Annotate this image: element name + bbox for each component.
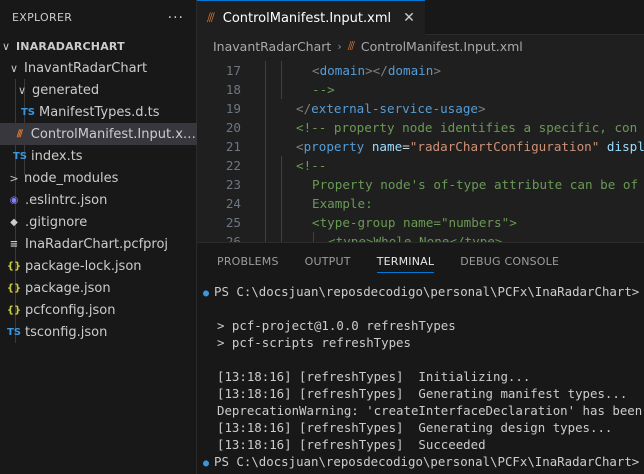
- tab-label: ControlManifest.Input.xml: [222, 10, 392, 26]
- editor-area: ⫻ ControlManifest.Input.xml ✕ InavantRad…: [197, 0, 644, 474]
- code-line: 19 </external-service-usage>: [197, 99, 644, 118]
- explorer-title: EXPLORER: [12, 11, 73, 24]
- eslint-icon: ◉: [9, 194, 19, 206]
- tree-item-label: InavantRadarChart: [24, 60, 148, 76]
- tree-file-index[interactable]: TS index.ts: [0, 145, 197, 167]
- terminal-line: > pcf-project@1.0.0 refreshTypes: [217, 318, 456, 333]
- tab-debug-console[interactable]: DEBUG CONSOLE: [460, 243, 559, 279]
- tree-file-package-lock[interactable]: {} package-lock.json: [0, 255, 197, 277]
- terminal-line: [13:18:16] [refreshTypes] Generating man…: [217, 386, 628, 401]
- json-file-icon: {}: [6, 260, 22, 272]
- line-number: 18: [225, 82, 241, 97]
- code-line: 22 <!--: [197, 156, 644, 175]
- more-actions-icon[interactable]: ···: [168, 10, 184, 26]
- bottom-panel: PROBLEMS OUTPUT TERMINAL DEBUG CONSOLE ●…: [197, 242, 644, 474]
- code-editor[interactable]: 17 <domain></domain> 18 --> 19 </externa…: [197, 60, 644, 242]
- tab-bar: ⫻ ControlManifest.Input.xml ✕: [197, 0, 644, 35]
- tree-item-label: ManifestTypes.d.ts: [39, 104, 160, 120]
- tree-item-label: INARADARCHART: [16, 39, 125, 53]
- tree-item-label: .eslintrc.json: [25, 192, 108, 208]
- close-icon[interactable]: ✕: [403, 10, 415, 26]
- rss-icon: ⫻: [16, 128, 23, 140]
- tree-item-label: .gitignore: [25, 214, 88, 230]
- code-line: 26 <type>Whole.None</type>: [197, 232, 644, 242]
- rss-icon: ⫻: [347, 38, 355, 53]
- rss-icon: ⫻: [207, 10, 215, 26]
- tree-file-pcfconfig[interactable]: {} pcfconfig.json: [0, 299, 197, 321]
- terminal-line: DeprecationWarning: 'createInterfaceDecl…: [217, 403, 644, 418]
- gitignore-icon: ◆: [10, 216, 18, 228]
- code-line: 18 -->: [197, 80, 644, 99]
- tree-file-controlmanifest[interactable]: ⫻ ControlManifest.Input.xml: [0, 123, 197, 145]
- terminal-line: ● PS C:\docsjuan\reposdecodigo\personal\P…: [203, 284, 644, 299]
- tab-problems[interactable]: PROBLEMS: [217, 243, 279, 279]
- code-line: 20 <!-- property node identifies a speci…: [197, 118, 644, 137]
- line-number: 19: [225, 101, 241, 116]
- tree-root-inaradarchart[interactable]: ∨ INARADARCHART: [0, 35, 197, 57]
- breadcrumb: InavantRadarChart › ⫻ ControlManifest.In…: [197, 35, 644, 57]
- circle-icon: ●: [203, 458, 210, 469]
- json-file-icon: {}: [6, 282, 22, 294]
- breadcrumb-separator: ›: [337, 39, 342, 53]
- tree-file-pcfproj[interactable]: ≡ InaRadarChart.pcfproj: [0, 233, 197, 255]
- line-number: 21: [225, 139, 241, 154]
- tree-item-label: package-lock.json: [25, 258, 142, 274]
- tree-item-label: ControlManifest.Input.xml: [30, 126, 197, 142]
- code-line: 24 Example:: [197, 194, 644, 213]
- tree-item-label: pcfconfig.json: [25, 302, 116, 318]
- tab-terminal[interactable]: TERMINAL: [376, 243, 435, 279]
- tree-file-eslintrc[interactable]: ◉ .eslintrc.json: [0, 189, 197, 211]
- tree-folder-generated[interactable]: ∨ generated: [0, 79, 197, 101]
- terminal-line: [13:18:16] [refreshTypes] Generating des…: [217, 420, 613, 435]
- terminal-line: [13:18:16] [refreshTypes] Initializing..…: [217, 369, 531, 384]
- json-file-icon: {}: [6, 304, 22, 316]
- typescript-file-icon: TS: [20, 106, 36, 118]
- tree-folder-node-modules[interactable]: > node_modules: [0, 167, 197, 189]
- tree-item-label: generated: [32, 82, 100, 98]
- chevron-right-icon: >: [9, 171, 19, 185]
- tree-folder-inavantradarchart[interactable]: ∨ InavantRadarChart: [0, 57, 197, 79]
- tree-item-label: index.ts: [31, 148, 83, 164]
- breadcrumb-folder[interactable]: InavantRadarChart: [213, 39, 331, 54]
- tsconfig-file-icon: TS: [6, 326, 22, 338]
- line-number: 23: [225, 177, 241, 192]
- explorer-header: EXPLORER ···: [0, 0, 196, 35]
- tree-file-manifesttypes[interactable]: TS ManifestTypes.d.ts: [0, 101, 197, 123]
- explorer-sidebar: EXPLORER ··· ∨ INARADARCHART ∨ InavantRa…: [0, 0, 197, 474]
- list-icon: ≡: [9, 238, 19, 250]
- tree-item-label: tsconfig.json: [25, 324, 108, 340]
- line-number: 24: [225, 196, 241, 211]
- line-number: 17: [225, 63, 241, 78]
- breadcrumb-file[interactable]: ControlManifest.Input.xml: [361, 39, 523, 54]
- code-line: 23 Property node's of-type attribute can…: [197, 175, 644, 194]
- line-number: 26: [225, 234, 241, 242]
- chevron-down-icon: ∨: [17, 83, 27, 97]
- line-number: 25: [225, 215, 241, 230]
- terminal-line: [13:18:16] [refreshTypes] Succeeded: [217, 437, 486, 452]
- circle-icon: ●: [203, 288, 210, 299]
- tree-item-label: package.json: [25, 280, 111, 296]
- line-number: 20: [225, 120, 241, 135]
- tree-file-gitignore[interactable]: ◆ .gitignore: [0, 211, 197, 233]
- code-line: 17 <domain></domain>: [197, 61, 644, 80]
- panel-tabs: PROBLEMS OUTPUT TERMINAL DEBUG CONSOLE: [197, 243, 644, 279]
- chevron-down-icon: ∨: [9, 61, 19, 75]
- tree-file-tsconfig[interactable]: TS tsconfig.json: [0, 321, 197, 343]
- tree-item-label: node_modules: [24, 170, 119, 186]
- code-line: 25 <type-group name="numbers">: [197, 213, 644, 232]
- tree-file-package[interactable]: {} package.json: [0, 277, 197, 299]
- typescript-file-icon: TS: [12, 150, 28, 162]
- tree-item-label: InaRadarChart.pcfproj: [25, 236, 169, 252]
- tab-output[interactable]: OUTPUT: [305, 243, 351, 279]
- line-number: 22: [225, 158, 241, 173]
- terminal-line: ● PS C:\docsjuan\reposdecodigo\personal\P…: [203, 454, 640, 469]
- terminal-line: > pcf-scripts refreshTypes: [217, 335, 411, 350]
- terminal[interactable]: ● PS C:\docsjuan\reposdecodigo\personal\P…: [197, 279, 644, 474]
- chevron-down-icon: ∨: [1, 39, 11, 53]
- code-line: 21 <property name="radarChartConfigurati…: [197, 137, 644, 156]
- tab-controlmanifest[interactable]: ⫻ ControlManifest.Input.xml ✕: [197, 0, 425, 35]
